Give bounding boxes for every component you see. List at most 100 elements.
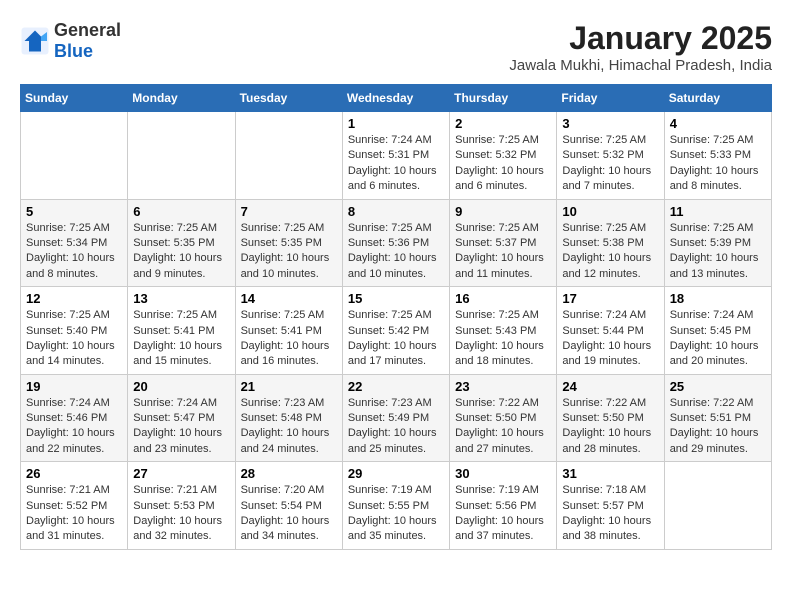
day-info: Sunrise: 7:20 AM Sunset: 5:54 PM Dayligh… [241,483,337,545]
day-info: Sunrise: 7:25 AM Sunset: 5:37 PM Dayligh… [455,221,551,283]
day-info: Sunrise: 7:25 AM Sunset: 5:32 PM Dayligh… [455,133,551,195]
header-day-monday: Monday [128,85,235,112]
logo-icon [20,26,50,56]
calendar-week-row: 1 Sunrise: 7:24 AM Sunset: 5:31 PM Daylig… [21,112,772,200]
calendar-cell: 8Sunrise: 7:25 AM Sunset: 5:36 PM Daylig… [342,199,449,287]
calendar-header-row: SundayMondayTuesdayWednesdayThursdayFrid… [21,85,772,112]
title-block: January 2025 Jawala Mukhi, Himachal Prad… [509,20,772,74]
calendar-cell [128,112,235,200]
calendar-cell [664,462,771,550]
day-info: Sunrise: 7:25 AM Sunset: 5:41 PM Dayligh… [133,308,229,370]
day-info: Sunrise: 7:18 AM Sunset: 5:57 PM Dayligh… [562,483,658,545]
day-number: 3 [562,116,658,131]
header-day-thursday: Thursday [450,85,557,112]
day-number: 4 [670,116,766,131]
day-info: Sunrise: 7:25 AM Sunset: 5:40 PM Dayligh… [26,308,122,370]
day-number: 18 [670,291,766,306]
calendar-cell: 5 Sunrise: 7:25 AM Sunset: 5:34 PM Daylig… [21,199,128,287]
calendar-table: SundayMondayTuesdayWednesdayThursdayFrid… [20,84,772,550]
calendar-week-row: 5 Sunrise: 7:25 AM Sunset: 5:34 PM Daylig… [21,199,772,287]
day-number: 27 [133,466,229,481]
calendar-cell [21,112,128,200]
calendar-cell [235,112,342,200]
month-title: January 2025 [509,20,772,57]
day-info: Sunrise: 7:24 AM Sunset: 5:47 PM Dayligh… [133,396,229,458]
day-info: Sunrise: 7:24 AM Sunset: 5:46 PM Dayligh… [26,396,122,458]
calendar-cell: 11Sunrise: 7:25 AM Sunset: 5:39 PM Dayli… [664,199,771,287]
page-header: General Blue January 2025 Jawala Mukhi, … [20,20,772,74]
logo-text: General Blue [54,20,121,62]
day-info: Sunrise: 7:25 AM Sunset: 5:33 PM Dayligh… [670,133,766,195]
day-info: Sunrise: 7:25 AM Sunset: 5:43 PM Dayligh… [455,308,551,370]
calendar-week-row: 19 Sunrise: 7:24 AM Sunset: 5:46 PM Dayli… [21,374,772,462]
calendar-cell: 31Sunrise: 7:18 AM Sunset: 5:57 PM Dayli… [557,462,664,550]
day-info: Sunrise: 7:21 AM Sunset: 5:52 PM Dayligh… [26,483,122,545]
calendar-cell: 4 Sunrise: 7:25 AM Sunset: 5:33 PM Daylig… [664,112,771,200]
day-number: 5 [26,204,122,219]
day-number: 8 [348,204,444,219]
day-number: 29 [348,466,444,481]
day-number: 13 [133,291,229,306]
calendar-cell: 9 Sunrise: 7:25 AM Sunset: 5:37 PM Daylig… [450,199,557,287]
day-number: 2 [455,116,551,131]
day-info: Sunrise: 7:19 AM Sunset: 5:55 PM Dayligh… [348,483,444,545]
day-info: Sunrise: 7:22 AM Sunset: 5:50 PM Dayligh… [455,396,551,458]
day-info: Sunrise: 7:25 AM Sunset: 5:41 PM Dayligh… [241,308,337,370]
day-number: 12 [26,291,122,306]
calendar-cell: 2 Sunrise: 7:25 AM Sunset: 5:32 PM Daylig… [450,112,557,200]
calendar-cell: 1 Sunrise: 7:24 AM Sunset: 5:31 PM Daylig… [342,112,449,200]
calendar-cell: 7Sunrise: 7:25 AM Sunset: 5:35 PM Daylig… [235,199,342,287]
calendar-cell: 29 Sunrise: 7:19 AM Sunset: 5:55 PM Dayli… [342,462,449,550]
calendar-cell: 27Sunrise: 7:21 AM Sunset: 5:53 PM Dayli… [128,462,235,550]
logo: General Blue [20,20,121,62]
day-info: Sunrise: 7:23 AM Sunset: 5:49 PM Dayligh… [348,396,444,458]
header-day-friday: Friday [557,85,664,112]
calendar-cell: 23 Sunrise: 7:22 AM Sunset: 5:50 PM Dayli… [450,374,557,462]
logo-blue-text: Blue [54,41,121,62]
day-number: 26 [26,466,122,481]
day-info: Sunrise: 7:25 AM Sunset: 5:38 PM Dayligh… [562,221,658,283]
calendar-cell: 6 Sunrise: 7:25 AM Sunset: 5:35 PM Daylig… [128,199,235,287]
day-info: Sunrise: 7:24 AM Sunset: 5:45 PM Dayligh… [670,308,766,370]
calendar-cell: 16 Sunrise: 7:25 AM Sunset: 5:43 PM Dayli… [450,287,557,375]
header-day-tuesday: Tuesday [235,85,342,112]
day-number: 23 [455,379,551,394]
day-info: Sunrise: 7:25 AM Sunset: 5:42 PM Dayligh… [348,308,444,370]
day-info: Sunrise: 7:22 AM Sunset: 5:51 PM Dayligh… [670,396,766,458]
day-number: 15 [348,291,444,306]
day-number: 28 [241,466,337,481]
calendar-cell: 20 Sunrise: 7:24 AM Sunset: 5:47 PM Dayli… [128,374,235,462]
day-number: 24 [562,379,658,394]
calendar-cell: 25 Sunrise: 7:22 AM Sunset: 5:51 PM Dayli… [664,374,771,462]
day-number: 16 [455,291,551,306]
header-day-saturday: Saturday [664,85,771,112]
day-info: Sunrise: 7:19 AM Sunset: 5:56 PM Dayligh… [455,483,551,545]
day-number: 19 [26,379,122,394]
calendar-cell: 15 Sunrise: 7:25 AM Sunset: 5:42 PM Dayli… [342,287,449,375]
calendar-week-row: 12 Sunrise: 7:25 AM Sunset: 5:40 PM Dayli… [21,287,772,375]
calendar-cell: 18 Sunrise: 7:24 AM Sunset: 5:45 PM Dayli… [664,287,771,375]
day-number: 25 [670,379,766,394]
calendar-cell: 28 Sunrise: 7:20 AM Sunset: 5:54 PM Dayli… [235,462,342,550]
day-info: Sunrise: 7:25 AM Sunset: 5:34 PM Dayligh… [26,221,122,283]
day-number: 17 [562,291,658,306]
header-day-sunday: Sunday [21,85,128,112]
day-number: 1 [348,116,444,131]
day-info: Sunrise: 7:24 AM Sunset: 5:31 PM Dayligh… [348,133,444,195]
calendar-cell: 12 Sunrise: 7:25 AM Sunset: 5:40 PM Dayli… [21,287,128,375]
calendar-cell: 13 Sunrise: 7:25 AM Sunset: 5:41 PM Dayli… [128,287,235,375]
day-number: 6 [133,204,229,219]
day-number: 11 [670,204,766,219]
calendar-cell: 30 Sunrise: 7:19 AM Sunset: 5:56 PM Dayli… [450,462,557,550]
calendar-cell: 24Sunrise: 7:22 AM Sunset: 5:50 PM Dayli… [557,374,664,462]
day-info: Sunrise: 7:25 AM Sunset: 5:35 PM Dayligh… [133,221,229,283]
day-number: 21 [241,379,337,394]
location-text: Jawala Mukhi, Himachal Pradesh, India [509,57,772,74]
calendar-cell: 17Sunrise: 7:24 AM Sunset: 5:44 PM Dayli… [557,287,664,375]
day-number: 30 [455,466,551,481]
day-number: 22 [348,379,444,394]
day-info: Sunrise: 7:23 AM Sunset: 5:48 PM Dayligh… [241,396,337,458]
day-number: 9 [455,204,551,219]
calendar-cell: 21 Sunrise: 7:23 AM Sunset: 5:48 PM Dayli… [235,374,342,462]
day-number: 20 [133,379,229,394]
